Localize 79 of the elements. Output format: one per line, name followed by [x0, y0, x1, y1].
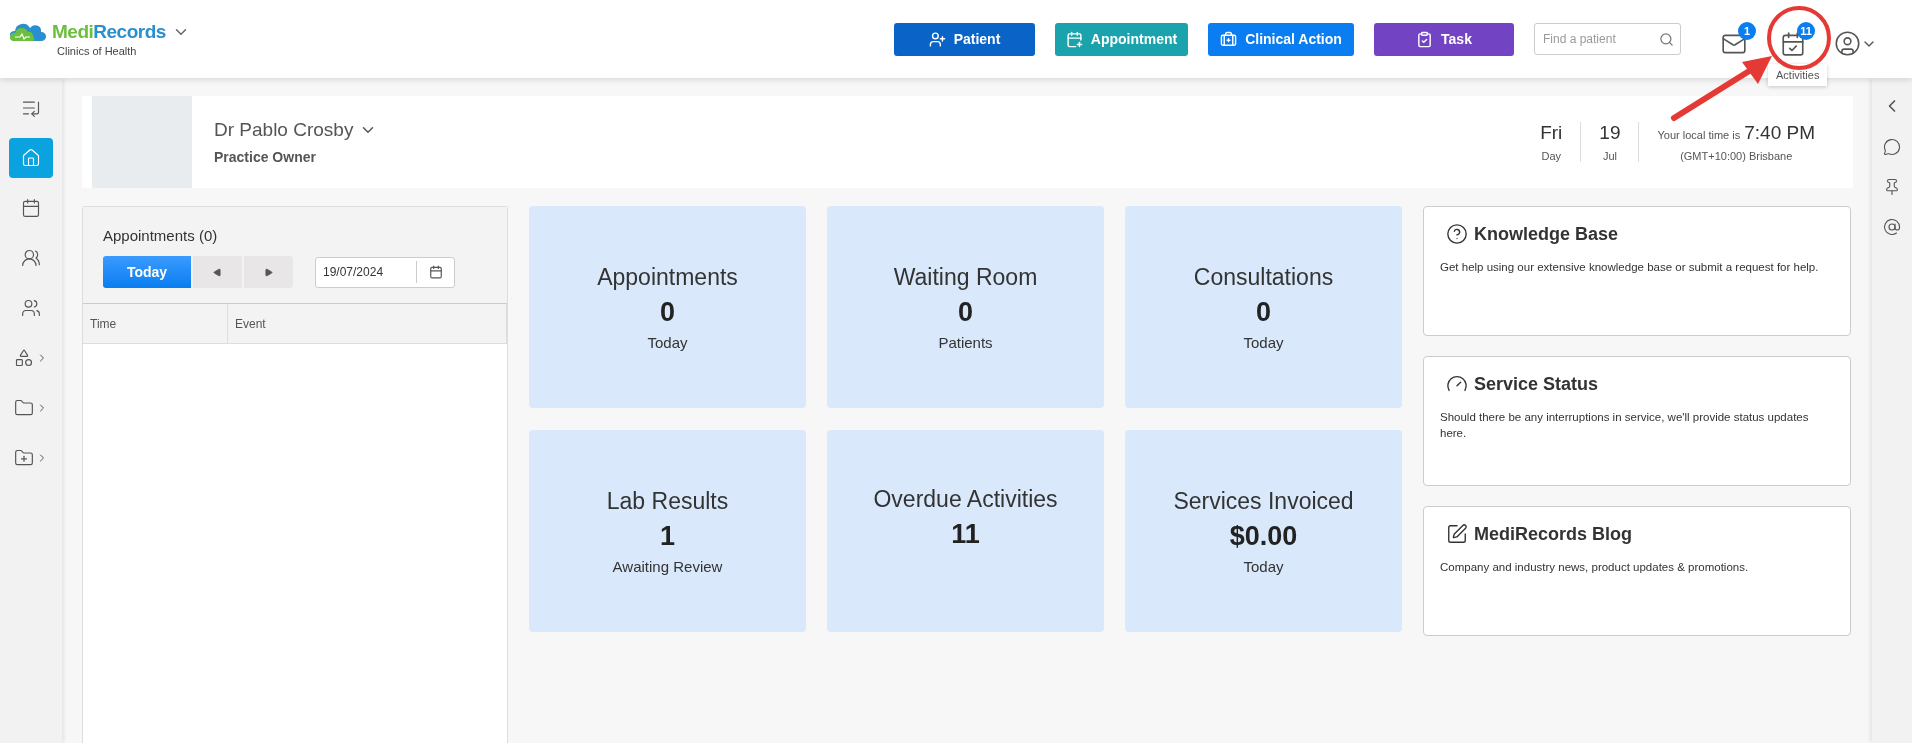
card-text: Company and industry news, product updates & promotions.	[1440, 560, 1750, 575]
tooltip: Activities	[1768, 64, 1828, 86]
search-box[interactable]: Find a patient	[1534, 23, 1681, 55]
calendar-icon[interactable]	[428, 265, 443, 279]
at-sign-icon[interactable]	[1883, 218, 1901, 236]
timezone: (GMT+10:00) Brisbane	[1680, 150, 1793, 162]
folder-plus-icon	[14, 448, 34, 468]
calendar-plus-icon	[1065, 30, 1083, 48]
action-button[interactable]: Clinical Action	[1208, 22, 1354, 56]
date-picker[interactable]: 19/07/2024	[315, 256, 455, 288]
column-header: Time	[83, 304, 228, 343]
clipboard-check-icon	[1416, 30, 1434, 48]
notification-badge: 11	[1797, 21, 1815, 40]
stat-tile[interactable]: Appointments 0 Today	[529, 206, 806, 408]
card-text: Should there be any interruptions in service, we'll provide status updates here.	[1440, 410, 1810, 441]
tile-title: Waiting Room	[893, 263, 1038, 291]
users-icon	[21, 298, 41, 318]
triangle-right-icon	[264, 267, 273, 277]
card-text: Get help using our extensive knowledge base or submit a request for help.	[1440, 260, 1820, 275]
weekday-label: Day	[1541, 150, 1562, 162]
logo-text: MediRecords	[52, 21, 166, 43]
tile-title: Consultations	[1193, 263, 1334, 291]
tile-title: Appointments	[597, 263, 738, 291]
tile-value: 1	[660, 520, 675, 552]
tile-value: 0	[1256, 296, 1271, 328]
panel-title: Appointments (0)	[103, 227, 219, 244]
tile-title: Services Invoiced	[1173, 487, 1354, 515]
notification-badge: 1	[1738, 21, 1756, 40]
calendar-icon	[21, 198, 41, 218]
stat-tile[interactable]: Services Invoiced $0.00 Today	[1125, 430, 1402, 632]
card-title: Service Status	[1474, 373, 1599, 395]
chat-icon[interactable]	[1883, 138, 1901, 156]
user-role: Practice Owner	[214, 149, 317, 165]
local-time: 7:40 PM	[1744, 122, 1815, 144]
annotation-circle	[1765, 4, 1833, 72]
medical-case-icon	[1220, 30, 1238, 48]
stat-tile[interactable]: Lab Results 1 Awaiting Review	[529, 430, 806, 632]
help-icon	[1446, 223, 1468, 245]
tile-caption: Patients	[938, 333, 993, 351]
card-title: MediRecords Blog	[1474, 523, 1633, 545]
stat-tile[interactable]: Waiting Room 0 Patients	[827, 206, 1104, 408]
action-button[interactable]: Task	[1374, 22, 1514, 56]
tile-value: 0	[660, 296, 675, 328]
column-header: Event	[228, 304, 507, 343]
tile-caption: Today	[1243, 557, 1284, 575]
tile-caption: Today	[647, 333, 688, 351]
card-title: Knowledge Base	[1474, 223, 1619, 245]
tile-value: 11	[951, 519, 980, 550]
action-button[interactable]: Patient	[894, 22, 1035, 56]
day-number: 19	[1599, 122, 1621, 144]
tile-value: $0.00	[1229, 520, 1298, 552]
mail-button[interactable]: 1	[1721, 21, 1756, 57]
tile-caption: Awaiting Review	[612, 557, 723, 575]
folder-icon	[14, 398, 34, 418]
users-icon	[21, 248, 41, 268]
stat-tile[interactable]: Overdue Activities 11	[827, 430, 1104, 632]
info-card[interactable]: Knowledge Base Get help using our extensive knowledge base or submit a request for help.	[1423, 206, 1851, 336]
home-icon	[21, 148, 41, 168]
info-card[interactable]: MediRecords Blog Company and industry news, product updates & promotions.	[1423, 506, 1851, 636]
search-icon	[1659, 30, 1674, 48]
tile-title: Lab Results	[606, 487, 729, 515]
pin-icon[interactable]	[1883, 178, 1901, 196]
tile-title: Overdue Activities	[873, 486, 1058, 513]
info-card[interactable]: Service Status Should there be any interruptions in service, we'll provide status updates here.	[1423, 356, 1851, 486]
sidebar-item[interactable]	[9, 138, 53, 178]
cloud-logo-icon	[10, 21, 46, 43]
triangle-left-icon	[213, 267, 222, 277]
user-avatar-icon	[1834, 30, 1861, 57]
month: Jul	[1602, 150, 1617, 162]
tile-caption: Today	[1243, 333, 1284, 351]
time-label: Your local time is	[1657, 129, 1741, 141]
shapes-icon	[14, 348, 34, 368]
edit-icon	[1446, 523, 1468, 545]
tile-value: 0	[958, 296, 973, 328]
user-name: Dr Pablo Crosby	[214, 119, 354, 141]
user-plus-icon	[928, 30, 946, 48]
stat-tile[interactable]: Consultations 0 Today	[1125, 206, 1402, 408]
clinic-name: Clinics of Health	[57, 45, 138, 57]
weekday: Fri	[1540, 122, 1563, 144]
